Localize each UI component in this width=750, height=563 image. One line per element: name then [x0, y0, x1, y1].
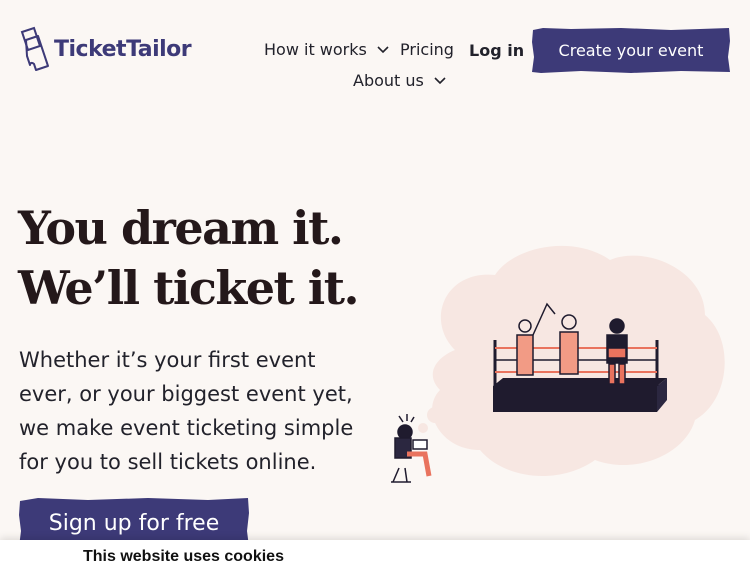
create-event-button[interactable]: Create your event [531, 27, 731, 74]
hero-illustration [391, 245, 725, 483]
cookie-banner: This website uses cookies [0, 540, 750, 563]
nav-pricing-label: Pricing [400, 40, 454, 59]
hero-title: You dream it. We’ll ticket it. [18, 198, 360, 318]
hero-subtitle: Whether it’s your first event ever, or y… [19, 348, 354, 474]
nav-about-us[interactable]: About us [353, 71, 446, 90]
nav-pricing[interactable]: Pricing [400, 40, 454, 59]
nav-login[interactable]: Log in [469, 41, 524, 60]
cookie-banner-title: This website uses cookies [83, 548, 284, 563]
chevron-down-icon [434, 76, 446, 84]
ticket-logo-icon [20, 26, 49, 71]
nav-login-label: Log in [469, 41, 525, 60]
nav-how-it-works[interactable]: How it works [264, 40, 389, 59]
nav-how-it-works-label: How it works [264, 40, 367, 59]
nav-about-us-label: About us [353, 71, 424, 90]
logo[interactable]: TicketTailor [18, 26, 192, 72]
hero-title-line-2: We’ll ticket it. [18, 261, 360, 315]
create-event-label: Create your event [558, 41, 704, 60]
hero-title-line-1: You dream it. [18, 201, 344, 255]
brand-name: TicketTailor [54, 36, 192, 62]
chevron-down-icon [377, 45, 389, 53]
